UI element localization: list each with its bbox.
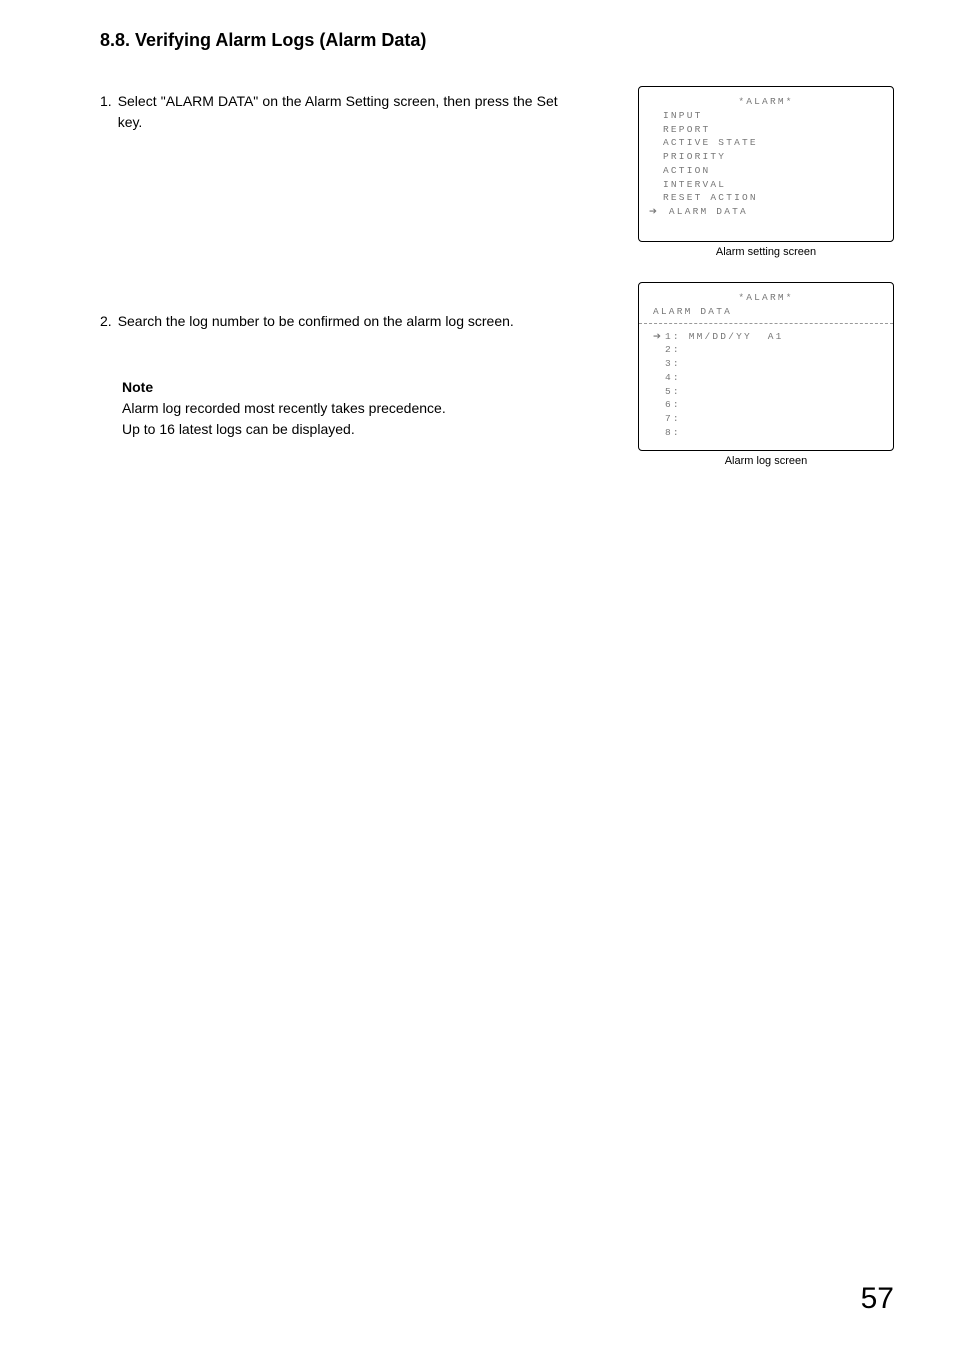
page-number: 57 (861, 1282, 894, 1316)
step-2-num: 2. (100, 311, 112, 332)
arrow-icon: ➔ (653, 330, 665, 344)
panel1-item-alarm-data-text: ALARM DATA (669, 206, 748, 217)
step-2-text: Search the log number to be confirmed on… (118, 311, 558, 332)
panel2-separator (639, 323, 893, 324)
section-heading: 8.8. Verifying Alarm Logs (Alarm Data) (100, 30, 894, 51)
panel2-row-4: 4: (645, 371, 887, 385)
panel2-row-3: 3: (645, 357, 887, 371)
alarm-setting-screen: *ALARM* INPUT REPORT ACTIVE STATE PRIORI… (638, 86, 894, 242)
panel2-subtitle: ALARM DATA (645, 305, 887, 319)
panel2-title: *ALARM* (645, 291, 887, 305)
panel2-row-7: 7: (645, 412, 887, 426)
panel2-row-1: ➔1: MM/DD/YY A1 (645, 330, 887, 344)
panel2-row-5: 5: (645, 385, 887, 399)
panel1-item-alarm-data: ➔ ALARM DATA (645, 205, 887, 219)
panel1-caption: Alarm setting screen (638, 246, 894, 258)
panel1-item-priority: PRIORITY (645, 150, 887, 164)
panel2-caption: Alarm log screen (638, 455, 894, 467)
panel2-row-1-text: 1: MM/DD/YY A1 (665, 331, 784, 342)
panel1-item-reset-action: RESET ACTION (645, 191, 887, 205)
arrow-icon: ➔ (649, 205, 661, 219)
panel2-row-6: 6: (645, 398, 887, 412)
panel2-row-2: 2: (645, 343, 887, 357)
panel1-item-interval: INTERVAL (645, 178, 887, 192)
panel1-item-action: ACTION (645, 164, 887, 178)
step-1-num: 1. (100, 91, 112, 133)
panel1-item-input: INPUT (645, 109, 887, 123)
panel2-row-8: 8: (645, 426, 887, 440)
panel1-item-active-state: ACTIVE STATE (645, 136, 887, 150)
panel1-title: *ALARM* (645, 95, 887, 109)
alarm-log-panel: *ALARM* ALARM DATA ➔1: MM/DD/YY A1 2: 3:… (638, 282, 894, 467)
step-1-text: Select "ALARM DATA" on the Alarm Setting… (118, 91, 558, 133)
alarm-log-screen: *ALARM* ALARM DATA ➔1: MM/DD/YY A1 2: 3:… (638, 282, 894, 451)
panel1-item-report: REPORT (645, 123, 887, 137)
alarm-setting-panel: *ALARM* INPUT REPORT ACTIVE STATE PRIORI… (638, 86, 894, 258)
